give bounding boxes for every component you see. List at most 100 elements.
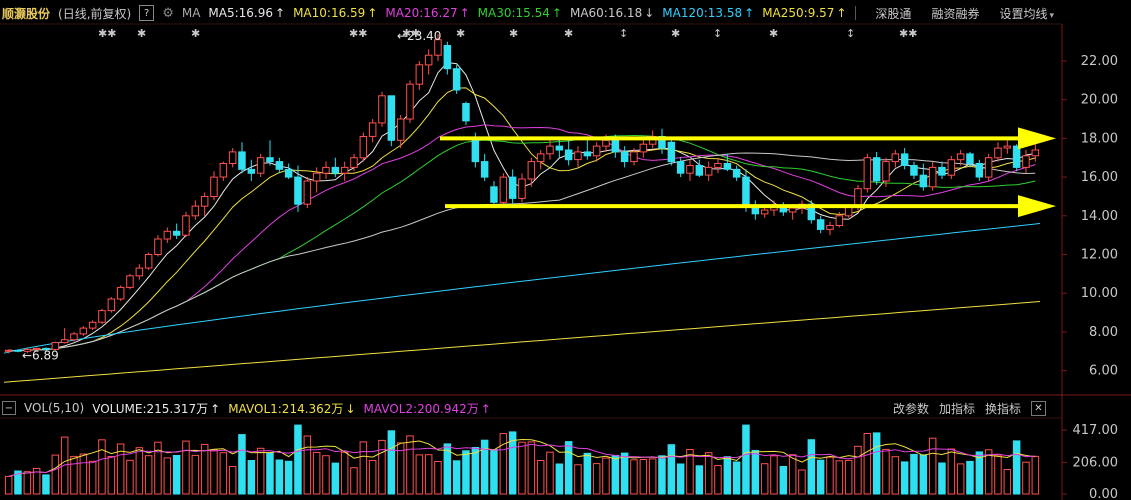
volume-bar-down xyxy=(275,459,284,495)
volume-bar-up xyxy=(368,459,377,495)
switch-indicator-button[interactable]: 换指标 xyxy=(985,400,1021,417)
candle-up xyxy=(630,151,638,163)
volume-bar-up xyxy=(499,433,508,495)
volume-bar-down xyxy=(172,455,181,495)
candle-down xyxy=(966,153,974,165)
volume-bar-up xyxy=(406,435,414,495)
candle-up xyxy=(947,159,956,176)
help-button[interactable]: ? xyxy=(139,5,155,21)
event-marker-icon[interactable]: ✱ xyxy=(769,27,778,40)
volume-indicator-title[interactable]: VOL(5,10) xyxy=(24,401,84,415)
volume-bar-up xyxy=(378,439,386,495)
stock-name[interactable]: 顺灏股份 xyxy=(2,5,50,22)
candle-down xyxy=(919,174,928,188)
edit-params-button[interactable]: 改参数 xyxy=(893,400,929,417)
gear-icon[interactable]: ⚙ xyxy=(162,6,174,21)
event-marker-icon[interactable]: ✱✱ xyxy=(349,27,367,40)
split-marker-icon[interactable]: ↕ xyxy=(713,27,722,40)
candle-up xyxy=(760,209,769,215)
volume-bar-down xyxy=(555,463,564,495)
price-tick-label: 14.00 xyxy=(1081,209,1118,224)
volume-bar-down xyxy=(490,449,498,495)
candle-down xyxy=(508,176,517,199)
volume-bar-up xyxy=(630,459,638,495)
volume-bar-up xyxy=(760,463,769,495)
candle-up xyxy=(406,83,414,120)
close-icon[interactable]: ✕ xyxy=(1031,400,1046,416)
volume-bar-up xyxy=(984,449,993,495)
volume-bar-up xyxy=(191,454,200,495)
volume-bar-up xyxy=(602,457,610,495)
volume-bar-up xyxy=(574,464,582,495)
candle-up xyxy=(686,165,694,174)
event-marker-icon[interactable]: ✱ xyxy=(509,27,518,40)
period-label[interactable]: (日线,前复权) xyxy=(58,5,131,22)
low-price-label: ←6.89 xyxy=(22,348,59,362)
arrow-up-icon: ↑ xyxy=(836,6,847,20)
volume-bar-up xyxy=(536,460,545,495)
add-indicator-button[interactable]: 加指标 xyxy=(939,400,975,417)
volume-bar-down xyxy=(331,462,340,495)
volume-bar-up xyxy=(826,456,834,495)
candle-up xyxy=(546,145,554,155)
volume-bar-up xyxy=(23,471,32,495)
candle-up xyxy=(228,151,237,164)
volume-bar-down xyxy=(564,441,573,495)
candle-down xyxy=(443,45,452,70)
event-marker-icon[interactable]: ✱ xyxy=(137,27,146,40)
candle-down xyxy=(723,163,732,170)
event-marker-icon[interactable]: ✱✱ xyxy=(402,27,420,40)
candle-up xyxy=(182,215,190,236)
event-marker-icon[interactable]: ✱ xyxy=(564,27,573,40)
candle-down xyxy=(938,166,946,176)
candle-up xyxy=(107,298,116,312)
event-marker-icon[interactable]: ✱✱ xyxy=(98,27,116,40)
margin-trading-button[interactable]: 融资融券 xyxy=(931,5,979,22)
event-marker-icon[interactable]: ✱ xyxy=(456,27,465,40)
candle-up xyxy=(1031,149,1040,157)
candle-down xyxy=(490,186,498,203)
candle-up xyxy=(359,136,368,159)
volume-bar-down xyxy=(732,461,741,495)
split-marker-icon[interactable]: ↕ xyxy=(619,27,628,40)
volume-bar-up xyxy=(947,448,956,495)
candle-up xyxy=(200,196,209,207)
volume-bar-up xyxy=(1031,455,1040,495)
volume-bar-down xyxy=(284,460,293,495)
shenzhen-connect-button[interactable]: 深股通 xyxy=(875,5,911,22)
arrow-up-icon: ↑ xyxy=(459,6,470,20)
event-marker-icon[interactable]: ✱✱ xyxy=(899,27,917,40)
volume-bar-down xyxy=(742,424,750,495)
candle-up xyxy=(639,143,648,153)
split-marker-icon[interactable]: ↕ xyxy=(846,27,855,40)
candle-up xyxy=(956,153,965,161)
kline-chart[interactable]: 22.00 20.00 18.00 16.00 14.00 12.00 10.00 8.00 6… xyxy=(0,0,1131,500)
volume-bar-down xyxy=(583,452,592,495)
settings-ma-button[interactable]: 设置均线 ▾ xyxy=(999,5,1054,22)
volume-bar-up xyxy=(79,453,88,495)
candle-up xyxy=(1003,145,1012,149)
candle-up xyxy=(863,157,872,190)
price-tick-label: 16.00 xyxy=(1081,170,1118,185)
volume-bar-down xyxy=(1012,440,1021,495)
candle-up xyxy=(312,172,321,182)
event-marker-icon[interactable]: ✱ xyxy=(191,27,200,40)
candle-up xyxy=(4,349,13,352)
candle-down xyxy=(910,165,918,176)
mavol2-value: MAVOL2:200.942万 ↑ xyxy=(363,401,491,416)
volume-bar-up xyxy=(359,441,368,495)
volume-bar-down xyxy=(471,447,480,495)
volume-bar-up xyxy=(714,465,722,495)
candle-up xyxy=(135,267,144,277)
arrow-up-icon: ↑ xyxy=(275,6,286,20)
candle-up xyxy=(518,178,526,199)
collapse-button[interactable]: − xyxy=(2,401,16,415)
divider xyxy=(854,6,856,20)
arrow-up-icon: ↑ xyxy=(744,6,755,20)
volume-bar-up xyxy=(527,441,536,495)
volume-bar-down xyxy=(452,460,461,495)
event-marker-icon[interactable]: ✱ xyxy=(671,27,680,40)
arrow-up-icon: ↑ xyxy=(367,6,378,20)
arrow-up-icon: ↑ xyxy=(551,6,562,20)
candle-down xyxy=(462,103,470,122)
